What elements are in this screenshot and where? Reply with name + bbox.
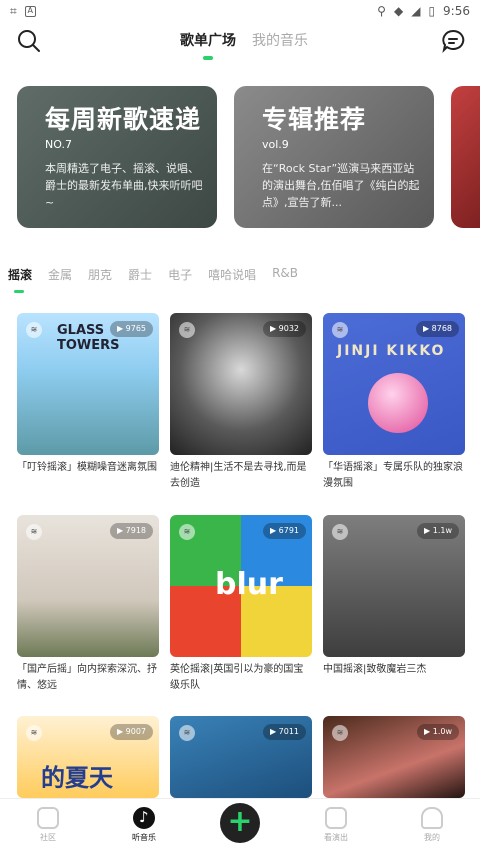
battery-icon: ▯ <box>428 4 436 18</box>
status-bar: ⌗ A ⚲ ◆ ◢ ▯ 9:56 <box>0 0 480 22</box>
play-count: ▶ 9007 <box>109 724 153 740</box>
play-count: ▶ 7011 <box>262 724 306 740</box>
playlist-cover[interactable]: ≋ ▶ 7918 <box>17 515 159 657</box>
genre-tabs: 摇滚 金属 朋克 爵士 电子 嘻哈说唱 R&B <box>8 266 298 293</box>
chart-icon <box>325 807 347 829</box>
banner-carousel[interactable]: 每周新歌速递 NO.7 本周精选了电子、摇滚、说唱、爵士的最新发布单曲,快来听听… <box>17 86 480 228</box>
banner-description: 在“Rock Star”巡演马来西亚站的演出舞台,伍佰唱了《纯白的起点》,宣告了… <box>262 162 420 209</box>
playlist-card[interactable]: ≋ ▶ 9032 迪伦精神|生活不是去寻找,而是去创造 <box>170 313 312 492</box>
playlist-badge-icon: ≋ <box>26 725 42 741</box>
genre-metal[interactable]: 金属 <box>48 266 72 283</box>
cover-text: GLASS TOWERS <box>57 323 120 353</box>
a-notification-icon: A <box>24 5 36 17</box>
cover-text: JINJI KIKKO <box>337 343 446 359</box>
banner-number: NO.7 <box>45 138 72 151</box>
playlist-title: 英伦摇滚|英国引以为豪的国宝级乐队 <box>170 664 304 691</box>
cover-text: blur <box>215 567 283 602</box>
playlist-cover[interactable]: ≋ ▶ 7011 <box>170 716 312 798</box>
playlist-badge-icon: ≋ <box>332 725 348 741</box>
top-header: 歌单广场 我的音乐 <box>0 22 480 62</box>
playlist-card[interactable]: ≋ ▶ 9765 GLASS TOWERS 「叮铃摇滚」模糊噪音迷离氛围 <box>17 313 159 476</box>
playlist-title: 中国摇滚|致敬魔岩三杰 <box>323 664 427 675</box>
play-count: ▶ 1.0w <box>417 724 459 740</box>
genre-jazz[interactable]: 爵士 <box>128 266 152 283</box>
playlist-card[interactable]: ≋ ▶ 9007 的夏天 <box>17 716 159 798</box>
genre-electronic[interactable]: 电子 <box>168 266 192 283</box>
tab-playlist-square[interactable]: 歌单广场 <box>180 30 236 60</box>
nav-listen-music[interactable]: ♪ 听音乐 <box>114 807 174 843</box>
banner-partial[interactable] <box>451 86 480 228</box>
nav-shows[interactable]: 看演出 <box>306 807 366 843</box>
playlist-title: 「华语摇滚」专属乐队的独家浪漫氛围 <box>323 462 463 489</box>
playlist-cover[interactable]: ≋ ▶ 1.1w <box>323 515 465 657</box>
playlist-badge-icon: ≋ <box>179 322 195 338</box>
tab-my-music[interactable]: 我的音乐 <box>252 30 308 50</box>
clock: 9:56 <box>443 4 470 18</box>
playlist-card[interactable]: ≋ ▶ 1.1w 中国摇滚|致敬魔岩三杰 <box>323 515 465 678</box>
location-icon: ⚲ <box>377 4 386 18</box>
message-icon[interactable] <box>440 28 466 54</box>
playlist-title: 「国产后摇」向内探索深沉、抒情、悠远 <box>17 664 157 691</box>
play-count: ▶ 6791 <box>262 523 306 539</box>
cover-text: 的夏天 <box>41 764 113 792</box>
banner-title: 每周新歌速递 <box>45 105 202 134</box>
nav-community[interactable]: 社区 <box>18 807 78 843</box>
playlist-cover[interactable]: ≋ ▶ 1.0w <box>323 716 465 798</box>
playlist-badge-icon: ≋ <box>26 322 42 338</box>
signal-icon: ◢ <box>411 4 421 18</box>
genre-punk[interactable]: 朋克 <box>88 266 112 283</box>
wifi-icon: ◆ <box>393 4 404 18</box>
play-count: ▶ 7918 <box>109 523 153 539</box>
banner-title: 专辑推荐 <box>262 105 367 134</box>
playlist-badge-icon: ≋ <box>179 725 195 741</box>
playlist-card[interactable]: ≋ ▶ 6791 blur 英伦摇滚|英国引以为豪的国宝级乐队 <box>170 515 312 694</box>
playlist-badge-icon: ≋ <box>179 524 195 540</box>
playlist-cover[interactable]: ≋ ▶ 9765 GLASS TOWERS <box>17 313 159 455</box>
playlist-cover[interactable]: ≋ ▶ 8768 JINJI KIKKO <box>323 313 465 455</box>
playlist-cover[interactable]: ≋ ▶ 6791 blur <box>170 515 312 657</box>
playlist-badge-icon: ≋ <box>332 524 348 540</box>
bottom-nav: 社区 ♪ 听音乐 + 看演出 我的 <box>0 798 480 853</box>
genre-rock[interactable]: 摇滚 <box>8 266 32 293</box>
genre-rnb[interactable]: R&B <box>272 266 298 283</box>
banner-weekly-new[interactable]: 每周新歌速递 NO.7 本周精选了电子、摇滚、说唱、爵士的最新发布单曲,快来听听… <box>17 86 217 228</box>
home-icon <box>37 807 59 829</box>
playlist-title: 迪伦精神|生活不是去寻找,而是去创造 <box>170 462 307 489</box>
add-button[interactable]: + <box>220 803 260 843</box>
playlist-badge-icon: ≋ <box>26 524 42 540</box>
cover-art <box>368 373 428 433</box>
playlist-card[interactable]: ≋ ▶ 7011 <box>170 716 312 798</box>
nav-mine[interactable]: 我的 <box>402 807 462 843</box>
playlist-title: 「叮铃摇滚」模糊噪音迷离氛围 <box>17 462 157 473</box>
banner-number: vol.9 <box>262 138 289 151</box>
music-note-icon: ♪ <box>133 807 155 829</box>
playlist-badge-icon: ≋ <box>332 322 348 338</box>
playlist-cover[interactable]: ≋ ▶ 9032 <box>170 313 312 455</box>
app-notification-icon: ⌗ <box>10 3 17 18</box>
profile-icon <box>421 807 443 829</box>
banner-album-recommend[interactable]: 专辑推荐 vol.9 在“Rock Star”巡演马来西亚站的演出舞台,伍佰唱了… <box>234 86 434 228</box>
playlist-cover[interactable]: ≋ ▶ 9007 的夏天 <box>17 716 159 798</box>
playlist-card[interactable]: ≋ ▶ 8768 JINJI KIKKO 「华语摇滚」专属乐队的独家浪漫氛围 <box>323 313 465 492</box>
play-count: ▶ 1.1w <box>417 523 459 539</box>
search-icon[interactable] <box>16 28 42 54</box>
playlist-card[interactable]: ≋ ▶ 7918 「国产后摇」向内探索深沉、抒情、悠远 <box>17 515 159 694</box>
play-count: ▶ 8768 <box>415 321 459 337</box>
genre-hiphop[interactable]: 嘻哈说唱 <box>208 266 256 283</box>
play-count: ▶ 9032 <box>262 321 306 337</box>
playlist-card[interactable]: ≋ ▶ 1.0w <box>323 716 465 798</box>
banner-description: 本周精选了电子、摇滚、说唱、爵士的最新发布单曲,快来听听吧~ <box>45 162 203 209</box>
